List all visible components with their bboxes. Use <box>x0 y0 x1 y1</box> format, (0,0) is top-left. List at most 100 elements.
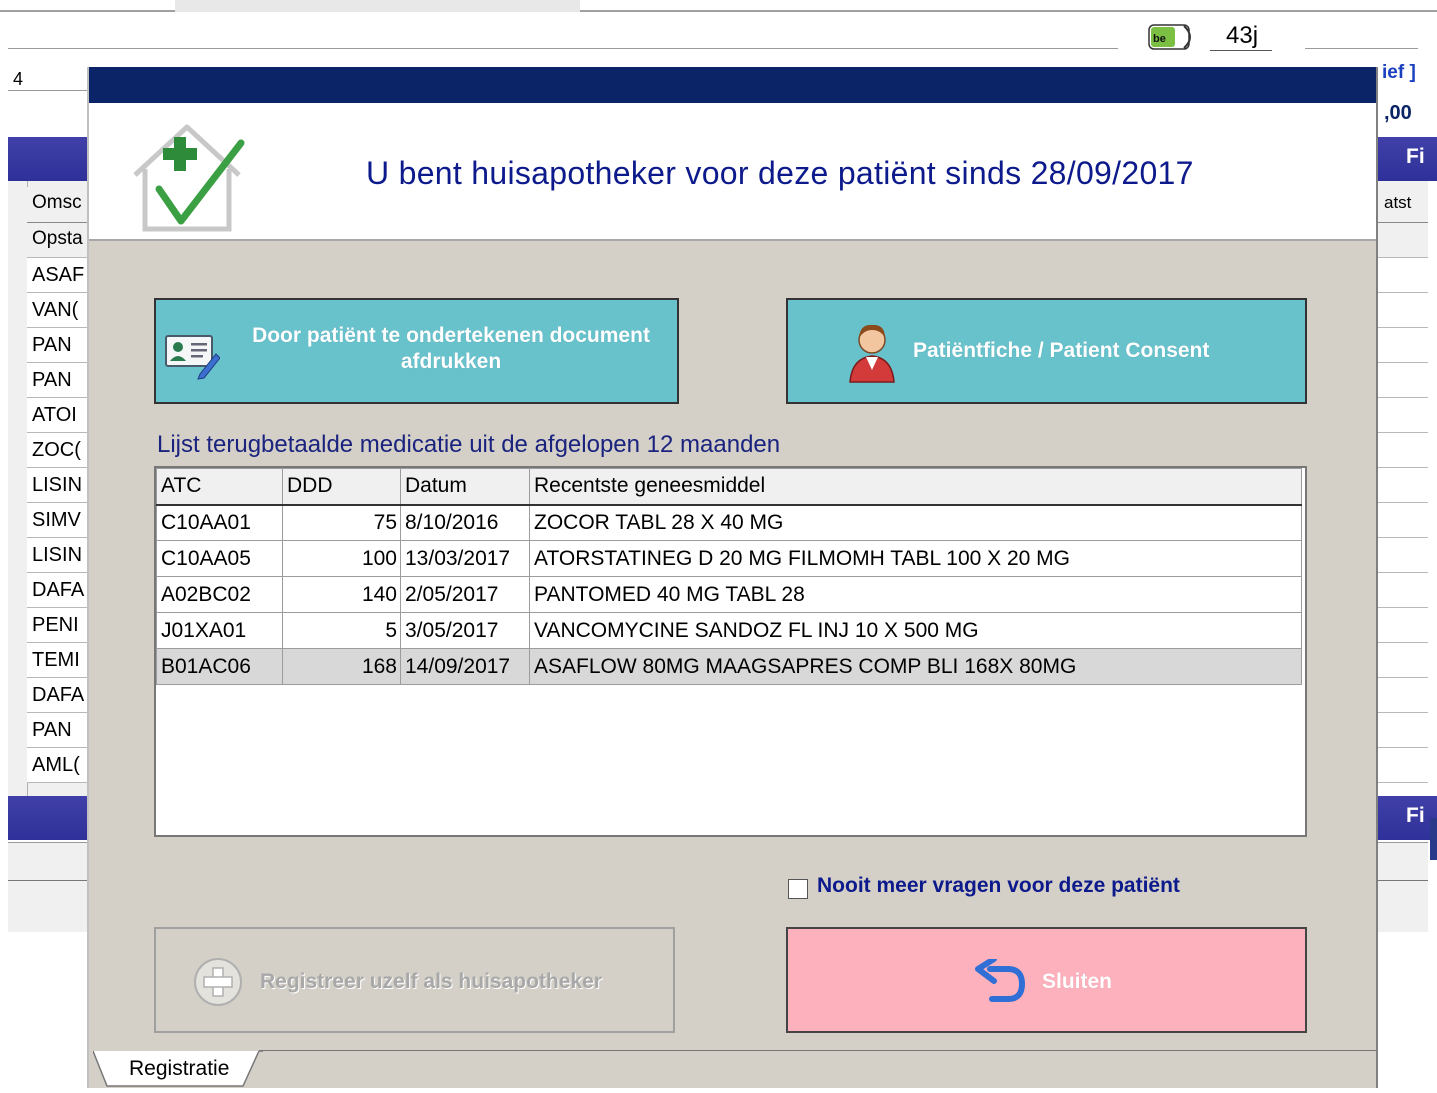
cell-atc: A02BC02 <box>156 576 283 613</box>
column-header-atc[interactable]: ATC <box>156 468 283 506</box>
filter-label-top[interactable]: Fi <box>1406 145 1425 169</box>
list-item[interactable]: DAFA <box>27 573 87 608</box>
grid-footer-bar-right: Fi <box>1378 796 1437 840</box>
table-row[interactable] <box>1378 398 1428 433</box>
table-row[interactable] <box>1378 503 1428 538</box>
register-pharmacist-button[interactable]: Registreer uzelf als huisapotheker <box>154 927 675 1033</box>
dialog-title: U bent huisapotheker voor deze patiënt s… <box>366 155 1194 191</box>
table-row[interactable] <box>1378 433 1428 468</box>
app-top-segment <box>175 0 580 12</box>
bottom-panel-right <box>1378 842 1428 932</box>
column-header-datum[interactable]: Datum <box>400 468 530 506</box>
cell-datum: 2/05/2017 <box>400 576 530 613</box>
table-row[interactable] <box>1378 678 1428 713</box>
list-item[interactable]: PAN <box>27 363 87 398</box>
right-status-text: ief ] <box>1382 62 1416 83</box>
be-id-icon[interactable]: be <box>1148 22 1198 52</box>
table-row[interactable] <box>1378 328 1428 363</box>
table-row[interactable] <box>1378 573 1428 608</box>
table-row[interactable]: C10AA01 75 8/10/2016 ZOCOR TABL 28 X 40 … <box>156 504 1302 541</box>
right-column-subheader <box>1378 223 1428 258</box>
table-row[interactable] <box>1378 643 1428 678</box>
grid-header-bar-left <box>8 137 88 181</box>
table-header-row: ATC DDD Datum Recentste geneesmiddel <box>156 468 1302 506</box>
table-row[interactable] <box>1378 538 1428 573</box>
table-row[interactable]: A02BC02 140 2/05/2017 PANTOMED 40 MG TAB… <box>156 576 1302 613</box>
right-column-header[interactable]: atst <box>1378 181 1428 223</box>
undo-arrow-icon <box>974 956 1026 1010</box>
cell-geneesmiddel: PANTOMED 40 MG TABL 28 <box>529 576 1302 613</box>
table-row[interactable]: C10AA05 100 13/03/2017 ATORSTATINEG D 20… <box>156 540 1302 577</box>
table-row[interactable] <box>1378 748 1428 783</box>
cell-atc: C10AA01 <box>156 504 283 541</box>
table-row[interactable]: J01XA01 5 3/05/2017 VANCOMYCINE SANDOZ F… <box>156 612 1302 649</box>
table-row[interactable] <box>1378 293 1428 328</box>
grid-footer-bar-left <box>8 796 88 840</box>
column-header-omschrijving[interactable]: Omsc <box>27 187 87 223</box>
cell-ddd: 75 <box>282 504 401 541</box>
age-text: 43j <box>1226 22 1259 49</box>
list-item[interactable]: PAN <box>27 713 87 748</box>
cell-datum: 13/03/2017 <box>400 540 530 577</box>
column-header-ddd[interactable]: DDD <box>282 468 401 506</box>
right-column-header-label: atst <box>1384 193 1412 212</box>
table-row-selected[interactable]: B01AC06 168 14/09/2017 ASAFLOW 80MG MAAG… <box>156 648 1302 685</box>
cell-datum: 3/05/2017 <box>400 612 530 649</box>
patient-consent-button-label: Patiëntfiche / Patient Consent <box>913 339 1210 362</box>
list-item[interactable]: AML( <box>27 748 87 783</box>
list-item[interactable]: PENI <box>27 608 87 643</box>
close-button[interactable]: Sluiten <box>786 927 1307 1033</box>
cell-geneesmiddel: ASAFLOW 80MG MAAGSAPRES COMP BLI 168X 80… <box>529 648 1302 685</box>
cell-ddd: 100 <box>282 540 401 577</box>
medication-table[interactable]: ATC DDD Datum Recentste geneesmiddel C10… <box>154 466 1307 837</box>
tab-registratie-label: Registratie <box>129 1057 230 1080</box>
list-item[interactable]: LISIN <box>27 538 87 573</box>
age-underline <box>1210 50 1272 51</box>
list-item[interactable]: VAN( <box>27 293 87 328</box>
cell-ddd: 168 <box>282 648 401 685</box>
list-item[interactable]: DAFA <box>27 678 87 713</box>
bottom-separator-left <box>8 880 88 881</box>
filter-label-bottom[interactable]: Fi <box>1406 804 1425 828</box>
list-item[interactable]: ASAF <box>27 258 87 293</box>
plus-circle-icon <box>192 956 244 1013</box>
table-row[interactable] <box>1378 363 1428 398</box>
list-item[interactable]: ZOC( <box>27 433 87 468</box>
right-amount-text: ,00 <box>1384 102 1412 124</box>
patient-person-icon <box>844 320 900 389</box>
list-item[interactable]: TEMI <box>27 643 87 678</box>
medication-list-label: Lijst terugbetaalde medicatie uit de afg… <box>157 431 781 458</box>
column-header-geneesmiddel[interactable]: Recentste geneesmiddel <box>529 468 1302 506</box>
never-ask-label[interactable]: Nooit meer vragen voor deze patiënt <box>817 874 1180 898</box>
cell-datum: 14/09/2017 <box>400 648 530 685</box>
table-row[interactable] <box>1378 468 1428 503</box>
id-card-pencil-icon <box>164 330 221 385</box>
svg-text:be: be <box>1153 33 1166 45</box>
cell-atc: J01XA01 <box>156 612 283 649</box>
cell-geneesmiddel: VANCOMYCINE SANDOZ FL INJ 10 X 500 MG <box>529 612 1302 649</box>
grid-header-bar-right: Fi <box>1378 137 1437 181</box>
column-header-opstart[interactable]: Opsta <box>27 223 87 258</box>
cell-ddd: 140 <box>282 576 401 613</box>
list-item[interactable]: SIMV <box>27 503 87 538</box>
table-row[interactable] <box>1378 608 1428 643</box>
cell-geneesmiddel: ZOCOR TABL 28 X 40 MG <box>529 504 1302 541</box>
tab-strip-line <box>259 1050 1376 1051</box>
register-pharmacist-button-label: Registreer uzelf als huisapotheker <box>260 970 602 993</box>
bottom-panel-left <box>8 842 88 932</box>
list-item[interactable]: LISIN <box>27 468 87 503</box>
app-separator-2 <box>8 90 88 91</box>
table-row[interactable] <box>1378 258 1428 293</box>
left-number: 4 <box>13 69 24 89</box>
list-item[interactable]: PAN <box>27 328 87 363</box>
list-item[interactable]: ATOI <box>27 398 87 433</box>
huisapotheker-dialog: U bent huisapotheker voor deze patiënt s… <box>87 67 1380 1088</box>
cell-atc: C10AA05 <box>156 540 283 577</box>
never-ask-checkbox[interactable] <box>788 879 808 899</box>
patient-consent-button[interactable]: Patiëntfiche / Patient Consent <box>786 298 1307 404</box>
print-document-button[interactable]: Door patiënt te ondertekenen document af… <box>154 298 679 404</box>
app-separator-right <box>1305 48 1418 49</box>
house-check-icon <box>129 117 249 235</box>
dialog-titlebar[interactable] <box>89 67 1376 103</box>
table-row[interactable] <box>1378 713 1428 748</box>
